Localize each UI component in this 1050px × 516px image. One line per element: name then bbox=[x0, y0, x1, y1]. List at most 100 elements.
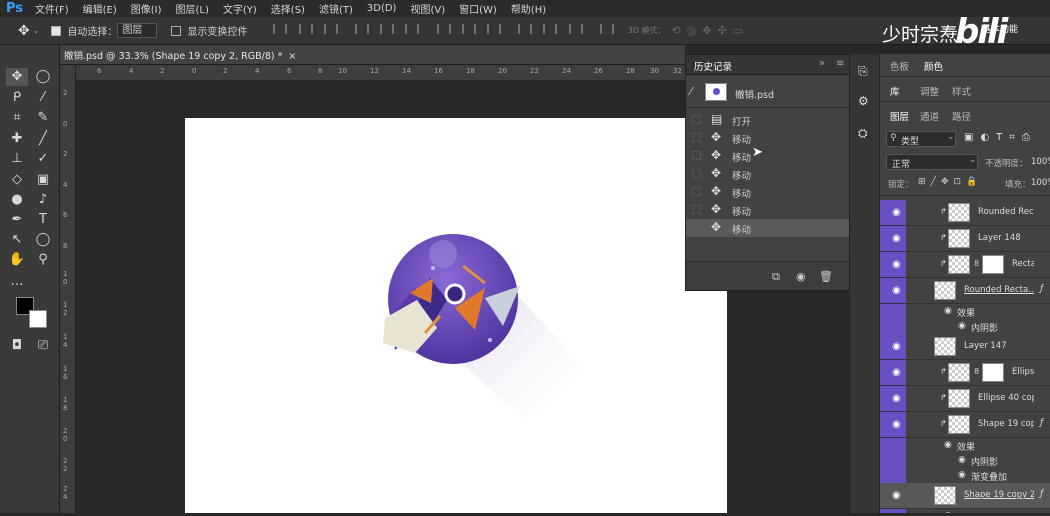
menu-select[interactable]: 选择(S) bbox=[271, 1, 305, 16]
history-brush-source-checkbox[interactable] bbox=[692, 115, 701, 124]
tab-paths[interactable]: 路径 bbox=[952, 109, 971, 123]
visibility-eye-icon[interactable]: ◉ bbox=[892, 285, 901, 296]
layer-row[interactable]: ◉ ↱ 8 Ellipse ... bbox=[880, 360, 1050, 386]
layer-effect-row[interactable]: ◉ 渐变叠加 bbox=[880, 468, 1050, 483]
layer-name[interactable]: Ellipse ... bbox=[1012, 367, 1034, 377]
effect-visibility-icon[interactable]: ◉ bbox=[958, 321, 966, 331]
visibility-eye-icon[interactable]: ◉ bbox=[892, 341, 901, 352]
chevron-down-icon[interactable]: ⌄ bbox=[33, 26, 40, 35]
layer-row[interactable]: ◉ ↱ Rounded Recta... bbox=[880, 200, 1050, 226]
layer-effect-row[interactable]: ◉ 内阴影 bbox=[880, 319, 1050, 334]
history-snapshot[interactable]: ⁄ 撤销.psd bbox=[686, 81, 849, 105]
distribute-bottom-icon[interactable] bbox=[486, 24, 501, 34]
fill-value[interactable]: 100% bbox=[1031, 178, 1050, 188]
healing-brush-icon[interactable]: ✚ bbox=[6, 130, 28, 148]
menu-layer[interactable]: 图层(L) bbox=[176, 1, 209, 16]
menu-window[interactable]: 窗口(W) bbox=[459, 1, 497, 16]
visibility-eye-icon[interactable]: ◉ bbox=[892, 367, 901, 378]
distribute-right-icon[interactable] bbox=[568, 24, 583, 34]
effect-visibility-icon[interactable]: ◉ bbox=[958, 470, 966, 480]
layer-name[interactable]: Rectan... bbox=[1012, 259, 1034, 269]
auto-select-dropdown[interactable]: 图层 bbox=[117, 23, 158, 38]
align-right-icon[interactable] bbox=[405, 24, 420, 34]
background-color-swatch[interactable] bbox=[29, 310, 47, 328]
fx-icon[interactable]: ƒ bbox=[1040, 489, 1043, 499]
layer-row[interactable]: ◉ ↱ Ellipse 40 copy bbox=[880, 386, 1050, 412]
history-brush-source-checkbox[interactable] bbox=[692, 223, 701, 232]
tab-color[interactable]: 颜色 bbox=[924, 59, 943, 73]
effect-visibility-icon[interactable]: ◉ bbox=[944, 306, 952, 316]
lock-icons[interactable]: ⊞╱✥⊡🔒 bbox=[918, 177, 982, 187]
visibility-eye-icon[interactable]: ◉ bbox=[892, 419, 901, 430]
pen-icon[interactable]: ✒ bbox=[6, 211, 28, 229]
history-brush-icon[interactable]: ✓ bbox=[32, 150, 54, 168]
layer-row[interactable]: ◉ ↱ Layer 148 bbox=[880, 226, 1050, 252]
history-brush-source-checkbox[interactable] bbox=[692, 151, 701, 160]
history-brush-source-checkbox[interactable] bbox=[692, 205, 701, 214]
menu-edit[interactable]: 编辑(E) bbox=[83, 1, 117, 16]
layer-effect-row[interactable]: ◉ 效果 bbox=[880, 304, 1050, 319]
layer-row[interactable]: ◉ Shape 19 copy 2 ƒ bbox=[880, 483, 1050, 509]
history-item[interactable]: ✥ 移动 bbox=[686, 147, 849, 165]
visibility-eye-icon[interactable]: ◉ bbox=[892, 490, 901, 501]
link-chain-icon[interactable]: 8 bbox=[974, 367, 979, 376]
layer-row[interactable]: ◉ ↱ Shape 19 copy ƒ bbox=[880, 412, 1050, 438]
crop-icon[interactable]: ⌗ bbox=[6, 109, 28, 127]
blur-icon[interactable]: ● bbox=[6, 191, 28, 209]
type-tool-icon[interactable]: T bbox=[32, 211, 54, 229]
gradient-icon[interactable]: ▣ bbox=[32, 171, 54, 189]
eraser-icon[interactable]: ◇ bbox=[6, 171, 28, 189]
layer-effect-row[interactable]: ◉ 效果 bbox=[880, 438, 1050, 453]
distribute-hcenter-icon[interactable] bbox=[543, 24, 558, 34]
menu-view[interactable]: 视图(V) bbox=[410, 1, 445, 16]
trash-icon[interactable]: 🗑 bbox=[819, 270, 833, 283]
visibility-eye-icon[interactable]: ◉ bbox=[892, 207, 901, 218]
history-panel-icon[interactable]: ⎘ bbox=[858, 64, 868, 79]
align-top-icon[interactable] bbox=[273, 24, 288, 34]
layer-name[interactable]: Shape 19 copy 2 bbox=[964, 490, 1034, 500]
show-transform-checkbox[interactable] bbox=[171, 25, 182, 36]
more-tools-icon[interactable]: … bbox=[6, 273, 28, 291]
properties-panel-icon[interactable]: ⚙ bbox=[858, 94, 869, 108]
auto-align-icon[interactable] bbox=[599, 24, 614, 34]
hand-icon[interactable]: ✋ bbox=[6, 251, 28, 269]
history-item[interactable]: ✥ 移动 bbox=[686, 219, 849, 237]
visibility-eye-icon[interactable]: ◉ bbox=[892, 259, 901, 270]
path-select-icon[interactable]: ↖ bbox=[6, 231, 28, 249]
magic-wand-icon[interactable]: ⁄ bbox=[32, 89, 54, 107]
align-vcenter-icon[interactable] bbox=[298, 24, 313, 34]
vertical-ruler[interactable]: 2 0 2 4 6 8 1 0 1 2 1 4 1 6 1 8 2 0 2 2 … bbox=[60, 65, 76, 513]
blend-mode-dropdown[interactable]: 正常 ⌄ bbox=[886, 154, 978, 170]
adjust-panel-icon[interactable]: ⛭ bbox=[858, 126, 868, 141]
align-left-icon[interactable] bbox=[355, 24, 369, 34]
history-brush-source-icon[interactable]: ⁄ bbox=[690, 85, 692, 98]
new-document-from-state-icon[interactable]: ⧉ bbox=[772, 270, 780, 284]
history-item[interactable]: ▤ 打开 bbox=[686, 111, 849, 129]
clone-stamp-icon[interactable]: ⊥ bbox=[6, 150, 28, 168]
lasso-icon[interactable]: ᑭ bbox=[6, 89, 28, 107]
layer-filter-icons[interactable]: ▣◐T⌗⎙ bbox=[964, 132, 1037, 143]
layer-name[interactable]: Rounded Recta... bbox=[978, 207, 1034, 217]
screen-mode-icon[interactable]: ⎚ bbox=[32, 337, 54, 355]
layer-effect-row[interactable]: ◉ 内阴影 bbox=[880, 453, 1050, 468]
history-brush-source-checkbox[interactable] bbox=[692, 187, 701, 196]
eyedropper-icon[interactable]: ✎ bbox=[32, 109, 54, 127]
effect-visibility-icon[interactable]: ◉ bbox=[958, 455, 966, 465]
menu-file[interactable]: 文件(F) bbox=[35, 1, 69, 16]
ellipse-marquee-icon[interactable]: ◯ bbox=[32, 68, 54, 86]
layer-row[interactable]: ◉ ↱ 8 Rectan... bbox=[880, 252, 1050, 278]
opacity-value[interactable]: 100% bbox=[1031, 157, 1050, 167]
distribute-vcenter-icon[interactable] bbox=[461, 24, 476, 34]
ellipse-shape-icon[interactable]: ◯ bbox=[32, 231, 54, 249]
history-item[interactable]: ✥ 移动 bbox=[686, 129, 849, 147]
layer-name[interactable]: Ellipse 40 copy bbox=[978, 393, 1034, 403]
layer-name[interactable]: Layer 147 bbox=[964, 341, 1007, 351]
layer-name[interactable]: Layer 148 bbox=[978, 233, 1021, 243]
layer-name[interactable]: Rounded Recta... bbox=[964, 285, 1034, 295]
auto-select-checkbox[interactable] bbox=[51, 25, 62, 36]
tab-adjustments[interactable]: 调整 bbox=[920, 84, 939, 98]
layer-row[interactable]: ◉ Layer 147 bbox=[880, 334, 1050, 360]
horizontal-ruler[interactable]: 6 4 2 0 2 4 6 8 10 12 14 16 18 20 22 24 … bbox=[76, 65, 685, 81]
move-tool-icon[interactable]: ✥ bbox=[18, 23, 30, 39]
layer-mask-thumbnail[interactable] bbox=[982, 363, 1004, 382]
